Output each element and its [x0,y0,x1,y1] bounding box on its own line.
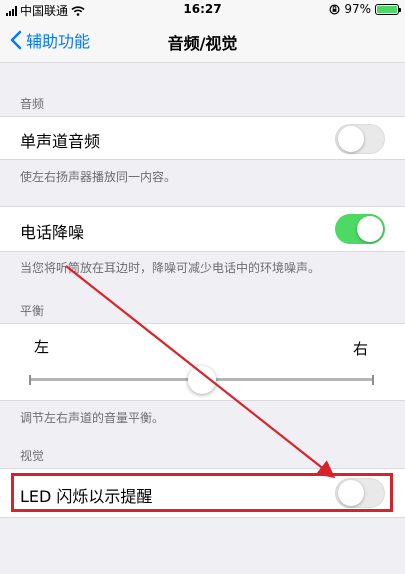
annotation-arrow [65,265,336,479]
